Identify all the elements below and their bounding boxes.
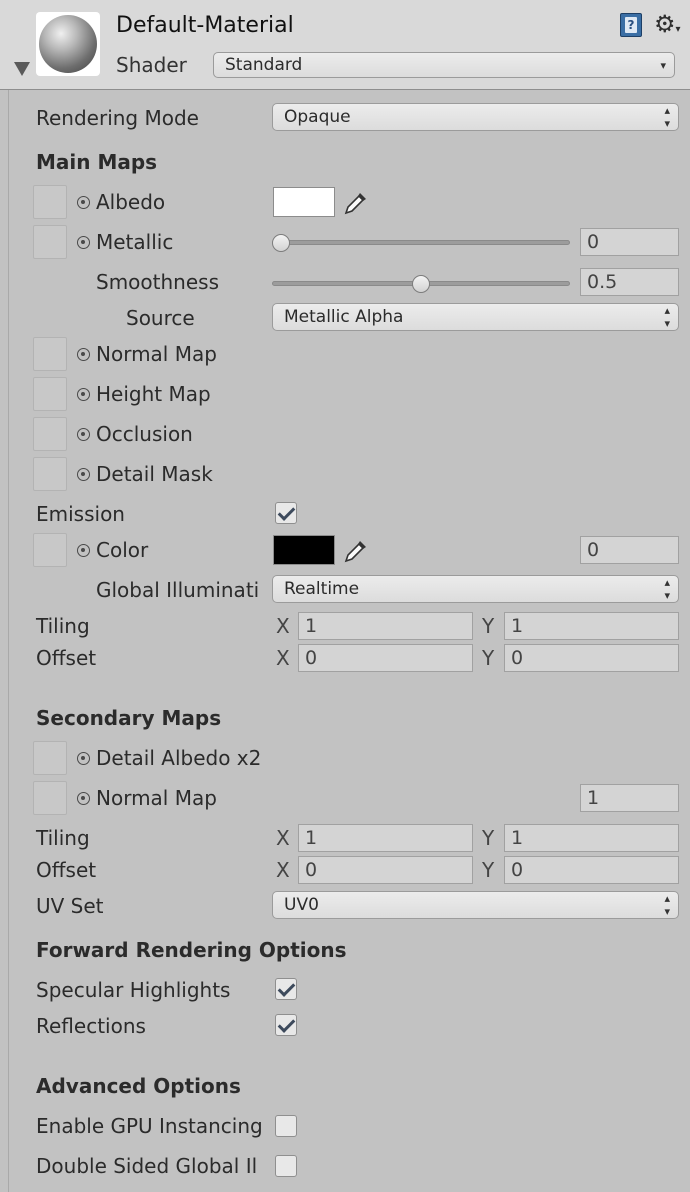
emission-label: Emission [36,502,125,526]
material-title: Default-Material [116,13,294,38]
source-dropdown[interactable]: Metallic Alpha ▴ ▾ [272,303,679,331]
material-header: Default-Material Shader Standard ▾ ? ⚙▾ [0,0,690,90]
normal-map-label: Normal Map [96,342,217,366]
secondary-offset-x-field[interactable]: 0 [298,856,473,884]
gear-icon[interactable]: ⚙▾ [654,10,684,38]
secondary-offset-y-label: Y [482,858,495,882]
target-icon[interactable] [77,428,90,441]
tiling-y-label: Y [482,614,495,638]
detail-mask-label: Detail Mask [96,462,213,486]
offset-y-field[interactable]: 0 [504,644,679,672]
specular-highlights-label: Specular Highlights [36,978,231,1002]
emission-intensity-field[interactable]: 0 [580,536,679,564]
metallic-slider-track[interactable] [272,240,570,245]
updown-arrows-icon: ▴ ▾ [664,304,670,330]
secondary-offset-label: Offset [36,858,97,882]
metallic-texture-slot[interactable] [33,225,67,259]
rendering-mode-value: Opaque [284,107,351,127]
target-icon[interactable] [77,196,90,209]
tiling-x-field[interactable]: 1 [298,612,473,640]
source-value: Metallic Alpha [284,307,404,327]
emission-checkbox[interactable] [275,502,297,524]
double-sided-gi-checkbox[interactable] [275,1155,297,1177]
smoothness-value-field[interactable]: 0.5 [580,268,679,296]
detail-albedo-label: Detail Albedo x2 [96,746,262,770]
detail-normal-map-label: Normal Map [96,786,217,810]
secondary-offset-y-field[interactable]: 0 [504,856,679,884]
secondary-offset-x-label: X [276,858,290,882]
global-illumination-dropdown[interactable]: Realtime ▴ ▾ [272,575,679,603]
occlusion-texture-slot[interactable] [33,417,67,451]
secondary-tiling-x-label: X [276,826,290,850]
specular-highlights-checkbox[interactable] [275,978,297,1000]
smoothness-slider-thumb[interactable] [412,275,430,293]
tiling-x-label: X [276,614,290,638]
detail-normal-scale-field[interactable]: 1 [580,784,679,812]
updown-arrows-icon: ▴ ▾ [664,892,670,918]
global-illumination-value: Realtime [284,579,360,599]
chevron-down-icon: ▾ [660,58,666,72]
secondary-tiling-y-label: Y [482,826,495,850]
eyedropper-icon[interactable] [342,189,370,217]
book-help-icon[interactable]: ? [620,13,642,37]
shader-dropdown[interactable]: Standard ▾ [213,52,675,78]
forward-rendering-title: Forward Rendering Options [36,938,347,962]
foldout-arrow-icon[interactable] [14,62,30,76]
albedo-texture-slot[interactable] [33,185,67,219]
target-icon[interactable] [77,348,90,361]
emission-texture-slot[interactable] [33,533,67,567]
metallic-value-field[interactable]: 0 [580,228,679,256]
uv-set-dropdown[interactable]: UV0 ▴ ▾ [272,891,679,919]
main-maps-title: Main Maps [36,150,158,174]
target-icon[interactable] [77,468,90,481]
material-sphere-icon [36,12,100,76]
offset-x-label: X [276,646,290,670]
detail-normal-map-texture-slot[interactable] [33,781,67,815]
secondary-tiling-x-field[interactable]: 1 [298,824,473,852]
detail-mask-texture-slot[interactable] [33,457,67,491]
albedo-label: Albedo [96,190,166,214]
uv-set-label: UV Set [36,894,104,918]
emission-color-swatch[interactable] [273,535,335,565]
eyedropper-icon[interactable] [342,537,370,565]
target-icon[interactable] [77,236,90,249]
secondary-tiling-label: Tiling [36,826,90,850]
shader-label: Shader [116,53,187,77]
updown-arrows-icon: ▴ ▾ [664,576,670,602]
double-sided-gi-label: Double Sided Global Il [36,1154,258,1178]
reflections-label: Reflections [36,1014,146,1038]
global-illumination-label: Global Illuminati [96,578,260,602]
secondary-maps-title: Secondary Maps [36,706,222,730]
rendering-mode-dropdown[interactable]: Opaque ▴ ▾ [272,103,679,131]
updown-arrows-icon: ▴ ▾ [664,104,670,130]
metallic-label: Metallic [96,230,174,254]
detail-albedo-texture-slot[interactable] [33,741,67,775]
tiling-y-field[interactable]: 1 [504,612,679,640]
smoothness-label: Smoothness [96,270,219,294]
advanced-options-title: Advanced Options [36,1074,241,1098]
target-icon[interactable] [77,544,90,557]
target-icon[interactable] [77,752,90,765]
offset-x-field[interactable]: 0 [298,644,473,672]
occlusion-label: Occlusion [96,422,193,446]
target-icon[interactable] [77,792,90,805]
height-map-texture-slot[interactable] [33,377,67,411]
albedo-color-swatch[interactable] [273,187,335,217]
offset-label: Offset [36,646,97,670]
gpu-instancing-checkbox[interactable] [275,1115,297,1137]
metallic-slider-thumb[interactable] [272,234,290,252]
shader-value: Standard [225,55,303,75]
emission-color-label: Color [96,538,149,562]
offset-y-label: Y [482,646,495,670]
secondary-tiling-y-field[interactable]: 1 [504,824,679,852]
rendering-mode-label: Rendering Mode [36,106,199,130]
source-label: Source [126,306,195,330]
normal-map-texture-slot[interactable] [33,337,67,371]
tiling-label: Tiling [36,614,90,638]
gpu-instancing-label: Enable GPU Instancing [36,1114,263,1138]
height-map-label: Height Map [96,382,211,406]
reflections-checkbox[interactable] [275,1014,297,1036]
uv-set-value: UV0 [284,895,319,915]
target-icon[interactable] [77,388,90,401]
